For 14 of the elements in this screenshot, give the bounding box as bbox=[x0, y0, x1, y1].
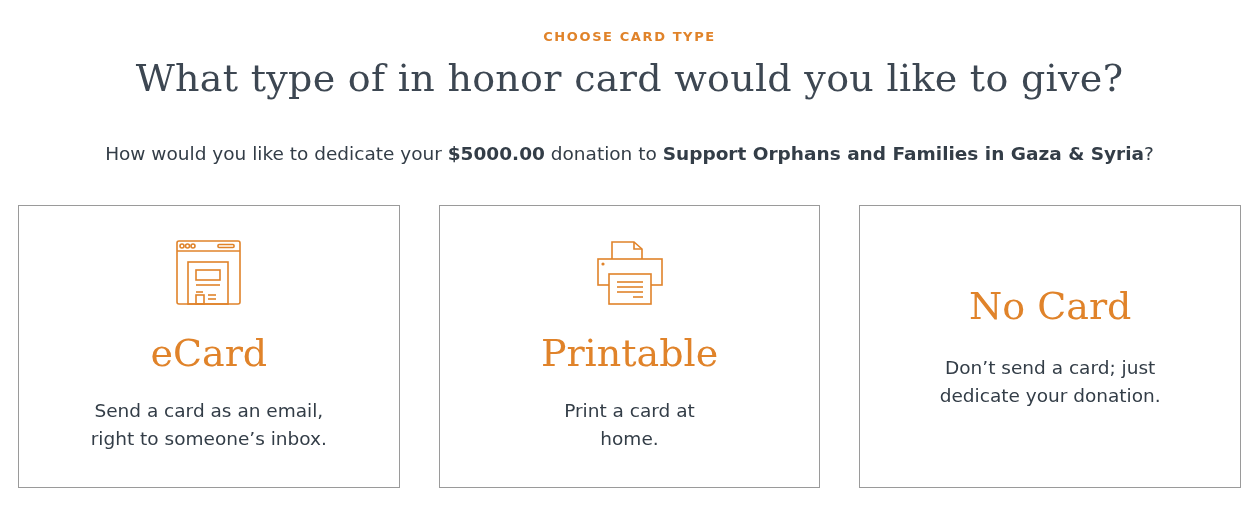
page-heading: What type of in honor card would you like to give? bbox=[135, 56, 1124, 100]
intro-text: How would you like to dedicate your $5000.00 donation to Support Orphans and Families in Gaza & Syria? bbox=[105, 143, 1154, 164]
card-description: Print a card at home. bbox=[564, 398, 695, 451]
card-option[interactable]: eCard Send a card as an email, right to someone’s inbox. bbox=[18, 205, 400, 488]
card-title: No Card bbox=[968, 283, 1132, 328]
card-option[interactable]: Printable Print a card at home. bbox=[438, 205, 821, 488]
card-title: Printable bbox=[540, 330, 719, 375]
printer-icon bbox=[596, 240, 663, 305]
card-description: Don’t send a card; just dedicate your donation. bbox=[939, 355, 1161, 408]
section-label: CHOOSE CARD TYPE bbox=[543, 29, 716, 44]
card-description: Send a card as an email, right to someone’s inbox. bbox=[90, 399, 327, 451]
card-title: eCard bbox=[150, 331, 268, 375]
browser-window-icon bbox=[176, 240, 242, 305]
card-option[interactable]: No Card Don’t send a card; just dedicate your donation. bbox=[859, 205, 1241, 488]
